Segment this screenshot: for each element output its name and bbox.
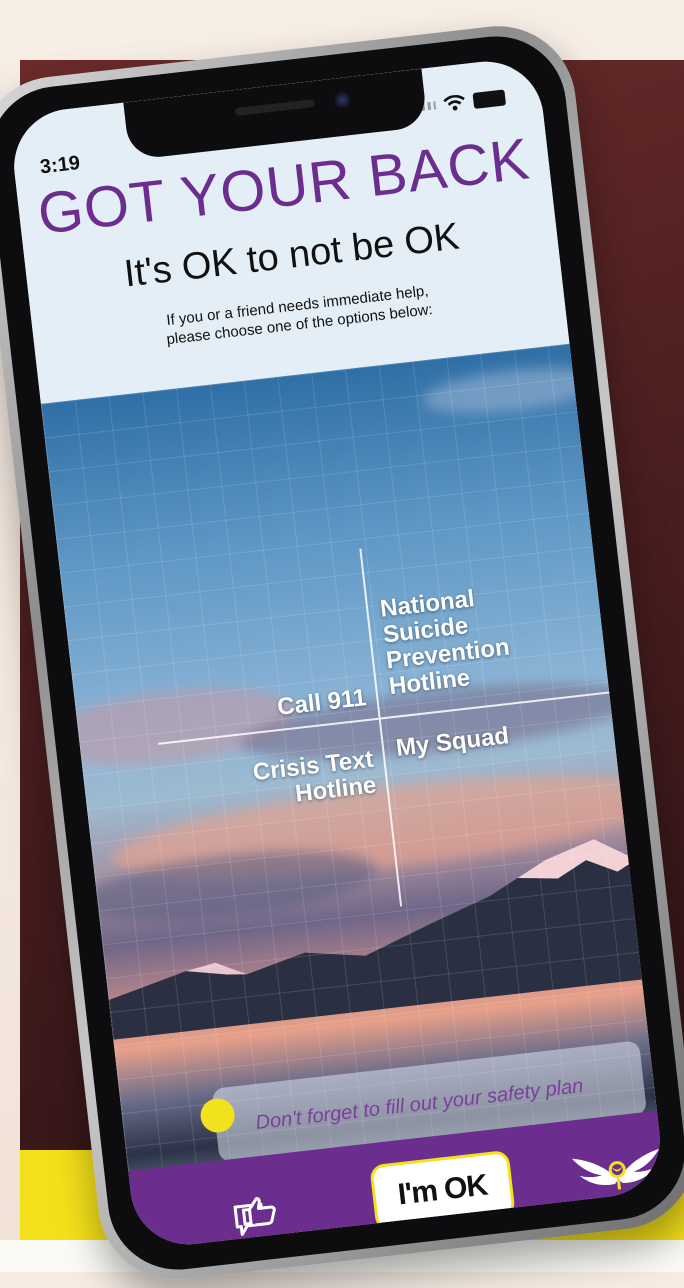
battery-icon (472, 89, 507, 109)
front-camera (333, 90, 352, 109)
thumbs-up-chat-icon[interactable] (230, 1188, 283, 1241)
wifi-icon (443, 94, 465, 111)
im-ok-button[interactable]: I'm OK (369, 1149, 516, 1232)
wings-logo-icon[interactable] (568, 1135, 666, 1203)
phone-device: 3:19 GOT YOUR BACK It's OK to not be OK … (0, 17, 684, 1288)
status-time: 3:19 (38, 152, 82, 179)
app-screen: 3:19 GOT YOUR BACK It's OK to not be OK … (8, 55, 666, 1251)
speaker-grille (234, 99, 316, 117)
